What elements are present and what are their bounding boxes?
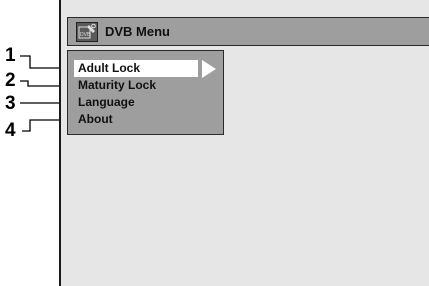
menu-item-maturity-lock[interactable]: Maturity Lock (74, 77, 156, 94)
menu-item-language[interactable]: Language (74, 94, 135, 111)
window-title: DVB Menu (105, 24, 170, 39)
menu-item-about[interactable]: About (74, 111, 113, 128)
callout-1: 1 (5, 45, 16, 66)
callout-2: 2 (5, 70, 16, 91)
svg-text:DVB: DVB (80, 32, 91, 38)
callout-3: 3 (5, 93, 16, 114)
callout-4: 4 (5, 120, 16, 141)
menu-panel: Adult Lock Maturity Lock Language About (67, 50, 224, 135)
page: 1 2 3 4 DVB DVB Menu Adult Lock Maturity… (0, 0, 429, 286)
right-arrow-icon (202, 60, 216, 78)
title-bar: DVB DVB Menu (67, 17, 429, 46)
dvb-icon: DVB (76, 22, 98, 42)
menu-item-adult-lock[interactable]: Adult Lock (74, 60, 198, 77)
